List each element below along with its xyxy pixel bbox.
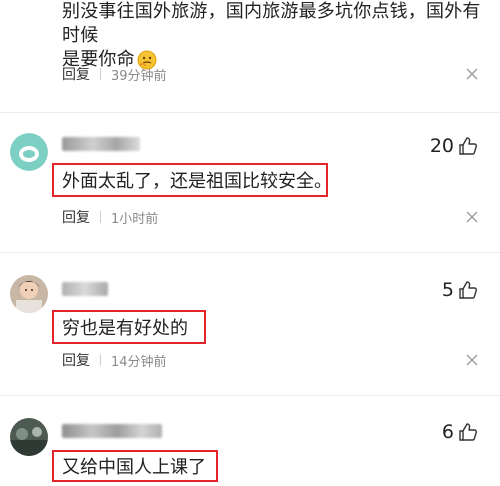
comment-time: 39分钟前	[111, 68, 167, 84]
like-count: 6	[441, 421, 454, 443]
comment-text-highlighted: 外面太乱了，还是祖国比较安全。	[52, 163, 332, 197]
comment-thread: 别没事往国外旅游，国内旅游最多坑你点钱，国外有时候 是要你命 回复 39分钟前 …	[0, 0, 500, 486]
reply-button[interactable]: 回复	[62, 350, 90, 370]
comment-time: 14分钟前	[111, 354, 167, 370]
meta-separator	[100, 211, 101, 223]
avatar-image	[10, 275, 48, 313]
meta-separator	[100, 354, 101, 366]
comment-meta: 回复 14分钟前	[62, 350, 167, 370]
comment-text: 又给中国人上课了	[62, 457, 206, 478]
comment-divider	[0, 395, 500, 396]
username-blurred	[62, 424, 162, 438]
comment-text-highlighted: 穷也是有好处的	[52, 310, 206, 344]
username-blurred	[62, 137, 140, 151]
avatar[interactable]	[10, 133, 48, 171]
comment-divider	[0, 112, 500, 113]
thumbs-up-icon[interactable]	[458, 280, 478, 300]
close-icon[interactable]	[466, 354, 478, 366]
top-comment-meta: 回复 39分钟前	[62, 64, 167, 84]
meta-separator	[100, 68, 101, 80]
like-count: 5	[441, 279, 454, 301]
thumbs-up-icon[interactable]	[458, 136, 478, 156]
username-blurred	[62, 282, 108, 296]
top-comment-line-1: 别没事往国外旅游，国内旅游最多坑你点钱，国外有时候	[62, 1, 481, 46]
comment-divider	[0, 252, 500, 253]
close-icon[interactable]	[466, 211, 478, 223]
thumbs-up-icon[interactable]	[458, 422, 478, 442]
avatar[interactable]	[10, 275, 48, 313]
close-icon[interactable]	[466, 68, 478, 80]
comment-text: 外面太乱了，还是祖国比较安全。	[62, 171, 332, 192]
avatar-image	[10, 133, 48, 171]
comment-text-highlighted: 又给中国人上课了	[52, 450, 218, 482]
avatar-image	[10, 418, 48, 456]
like-count: 20	[429, 135, 454, 157]
comment-meta: 回复 1小时前	[62, 207, 158, 227]
avatar[interactable]	[10, 418, 48, 456]
comment-time: 1小时前	[111, 211, 159, 227]
reply-button[interactable]: 回复	[62, 207, 90, 227]
comment-text: 穷也是有好处的	[62, 318, 188, 339]
reply-button[interactable]: 回复	[62, 64, 90, 84]
top-comment-text: 别没事往国外旅游，国内旅游最多坑你点钱，国外有时候 是要你命	[62, 0, 492, 72]
